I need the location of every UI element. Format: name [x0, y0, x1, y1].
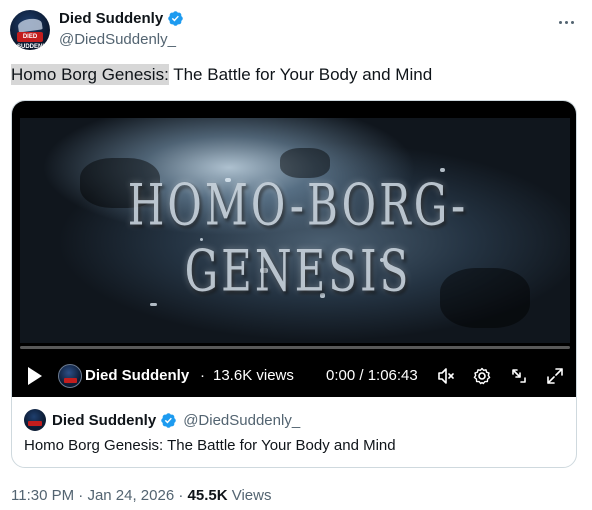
author-avatar[interactable]: DIED SUDDENLY: [10, 10, 50, 50]
video-views: 13.6K views: [213, 367, 294, 384]
tweet-header: DIED SUDDENLY Died Suddenly @DiedSuddenl…: [10, 6, 582, 50]
views-label: Views: [227, 487, 272, 504]
tweet-text-rest: The Battle for Your Body and Mind: [168, 65, 433, 84]
play-icon[interactable]: [26, 366, 44, 386]
video-controls: Died Suddenly · 13.6K views 0:00 / 1:06:…: [12, 356, 576, 396]
quoted-author-handle: @DiedSuddenly_: [183, 411, 301, 429]
tweet-time[interactable]: 11:30 PM: [11, 487, 74, 504]
channel-name[interactable]: Died Suddenly: [85, 367, 189, 384]
author-display-name[interactable]: Died Suddenly: [59, 10, 163, 27]
tweet-meta: 11:30 PM · Jan 24, 2026 · 45.5K Views: [11, 487, 271, 504]
meta-separator: ·: [74, 487, 88, 504]
avatar-emblem: [17, 17, 43, 33]
avatar-badge: DIED SUDDENLY: [17, 32, 50, 50]
quoted-author-row: Died Suddenly @DiedSuddenly_: [24, 409, 300, 431]
fullscreen-icon[interactable]: [545, 366, 565, 386]
media-card: HOMO-BORG-GENESIS Died Suddenly · 13.6K …: [11, 100, 577, 468]
channel-avatar[interactable]: [58, 364, 82, 388]
quoted-author-name: Died Suddenly: [52, 411, 157, 429]
verified-icon: [161, 412, 176, 428]
video-time: 0:00 / 1:06:43: [326, 367, 418, 384]
author-name-row: Died Suddenly: [59, 10, 184, 27]
video-progress-bar[interactable]: [20, 346, 570, 349]
quoted-tweet-text: Homo Borg Genesis: The Battle for Your B…: [24, 437, 396, 454]
settings-icon[interactable]: [472, 366, 492, 386]
video-title-overlay: HOMO-BORG-GENESIS: [127, 171, 469, 305]
author-handle[interactable]: @DiedSuddenly_: [59, 31, 176, 48]
tweet-date[interactable]: Jan 24, 2026: [87, 487, 174, 504]
tweet-text: Homo Borg Genesis: The Battle for Your B…: [11, 63, 432, 87]
views-separator: ·: [200, 367, 205, 384]
verified-icon: [168, 11, 183, 26]
views-count: 45.5K: [187, 487, 228, 504]
tweet-text-highlight: Homo Borg Genesis:: [11, 64, 169, 85]
pip-icon[interactable]: [509, 366, 529, 386]
more-icon[interactable]: [554, 12, 578, 32]
quoted-tweet[interactable]: Died Suddenly @DiedSuddenly_ Homo Borg G…: [12, 397, 576, 467]
quoted-author-avatar: [24, 409, 46, 431]
meta-separator: ·: [174, 487, 188, 504]
mute-icon[interactable]: [436, 366, 456, 386]
video-player[interactable]: HOMO-BORG-GENESIS Died Suddenly · 13.6K …: [12, 101, 576, 397]
